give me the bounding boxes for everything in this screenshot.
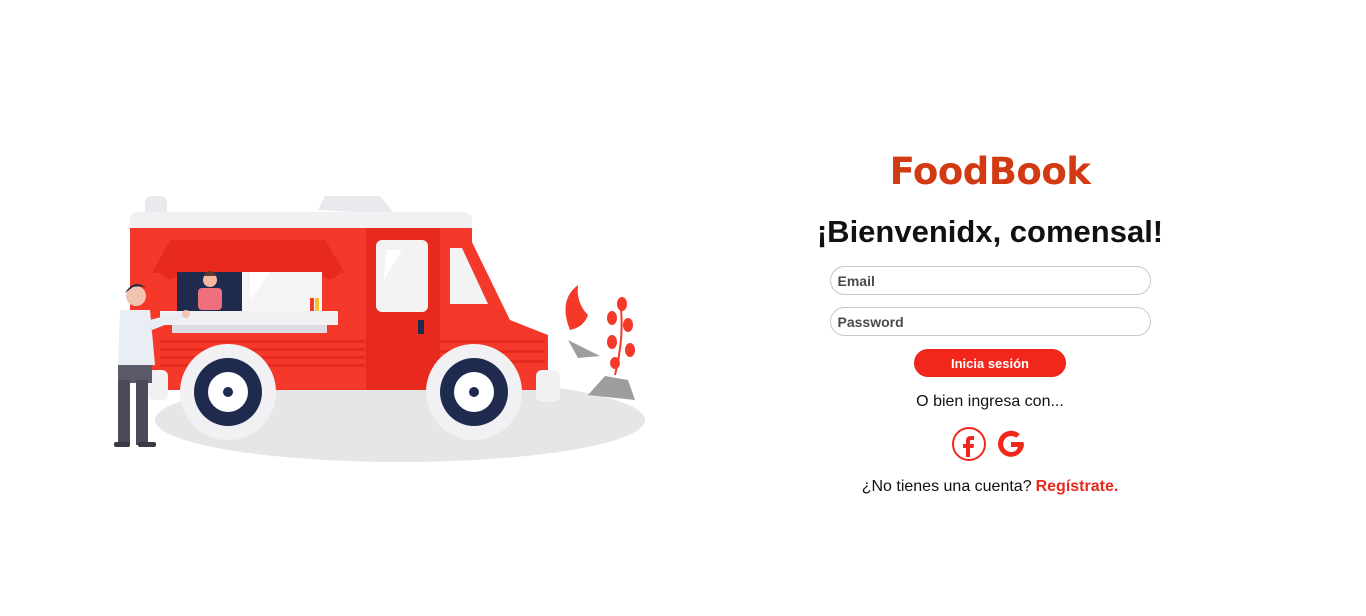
brand-logo: FoodBook (890, 130, 1091, 190)
signup-question: ¿No tienes una cuenta? (861, 478, 1032, 495)
welcome-heading: ¡Bienvenidx, comensal! (816, 214, 1164, 249)
social-login-buttons (951, 426, 1029, 462)
brand-name: FoodBook (889, 150, 1091, 193)
login-button[interactable]: Inicia sesión (914, 349, 1066, 377)
social-login-prompt: O bien ingresa con... (916, 393, 1064, 410)
password-input[interactable] (829, 307, 1151, 336)
facebook-login-button[interactable] (951, 426, 987, 462)
signup-link[interactable]: Regístrate. (1036, 478, 1119, 495)
signup-prompt: ¿No tienes una cuenta? Regístrate. (862, 478, 1119, 496)
email-input[interactable] (829, 266, 1151, 295)
google-login-button[interactable] (993, 426, 1029, 462)
login-panel: FoodBook ¡Bienvenidx, comensal! Inicia s… (790, 130, 1190, 496)
food-truck-illustration (114, 196, 645, 462)
facebook-icon (952, 427, 986, 461)
google-icon (998, 430, 1024, 457)
login-page: FoodBook ¡Bienvenidx, comensal! Inicia s… (0, 0, 1366, 616)
